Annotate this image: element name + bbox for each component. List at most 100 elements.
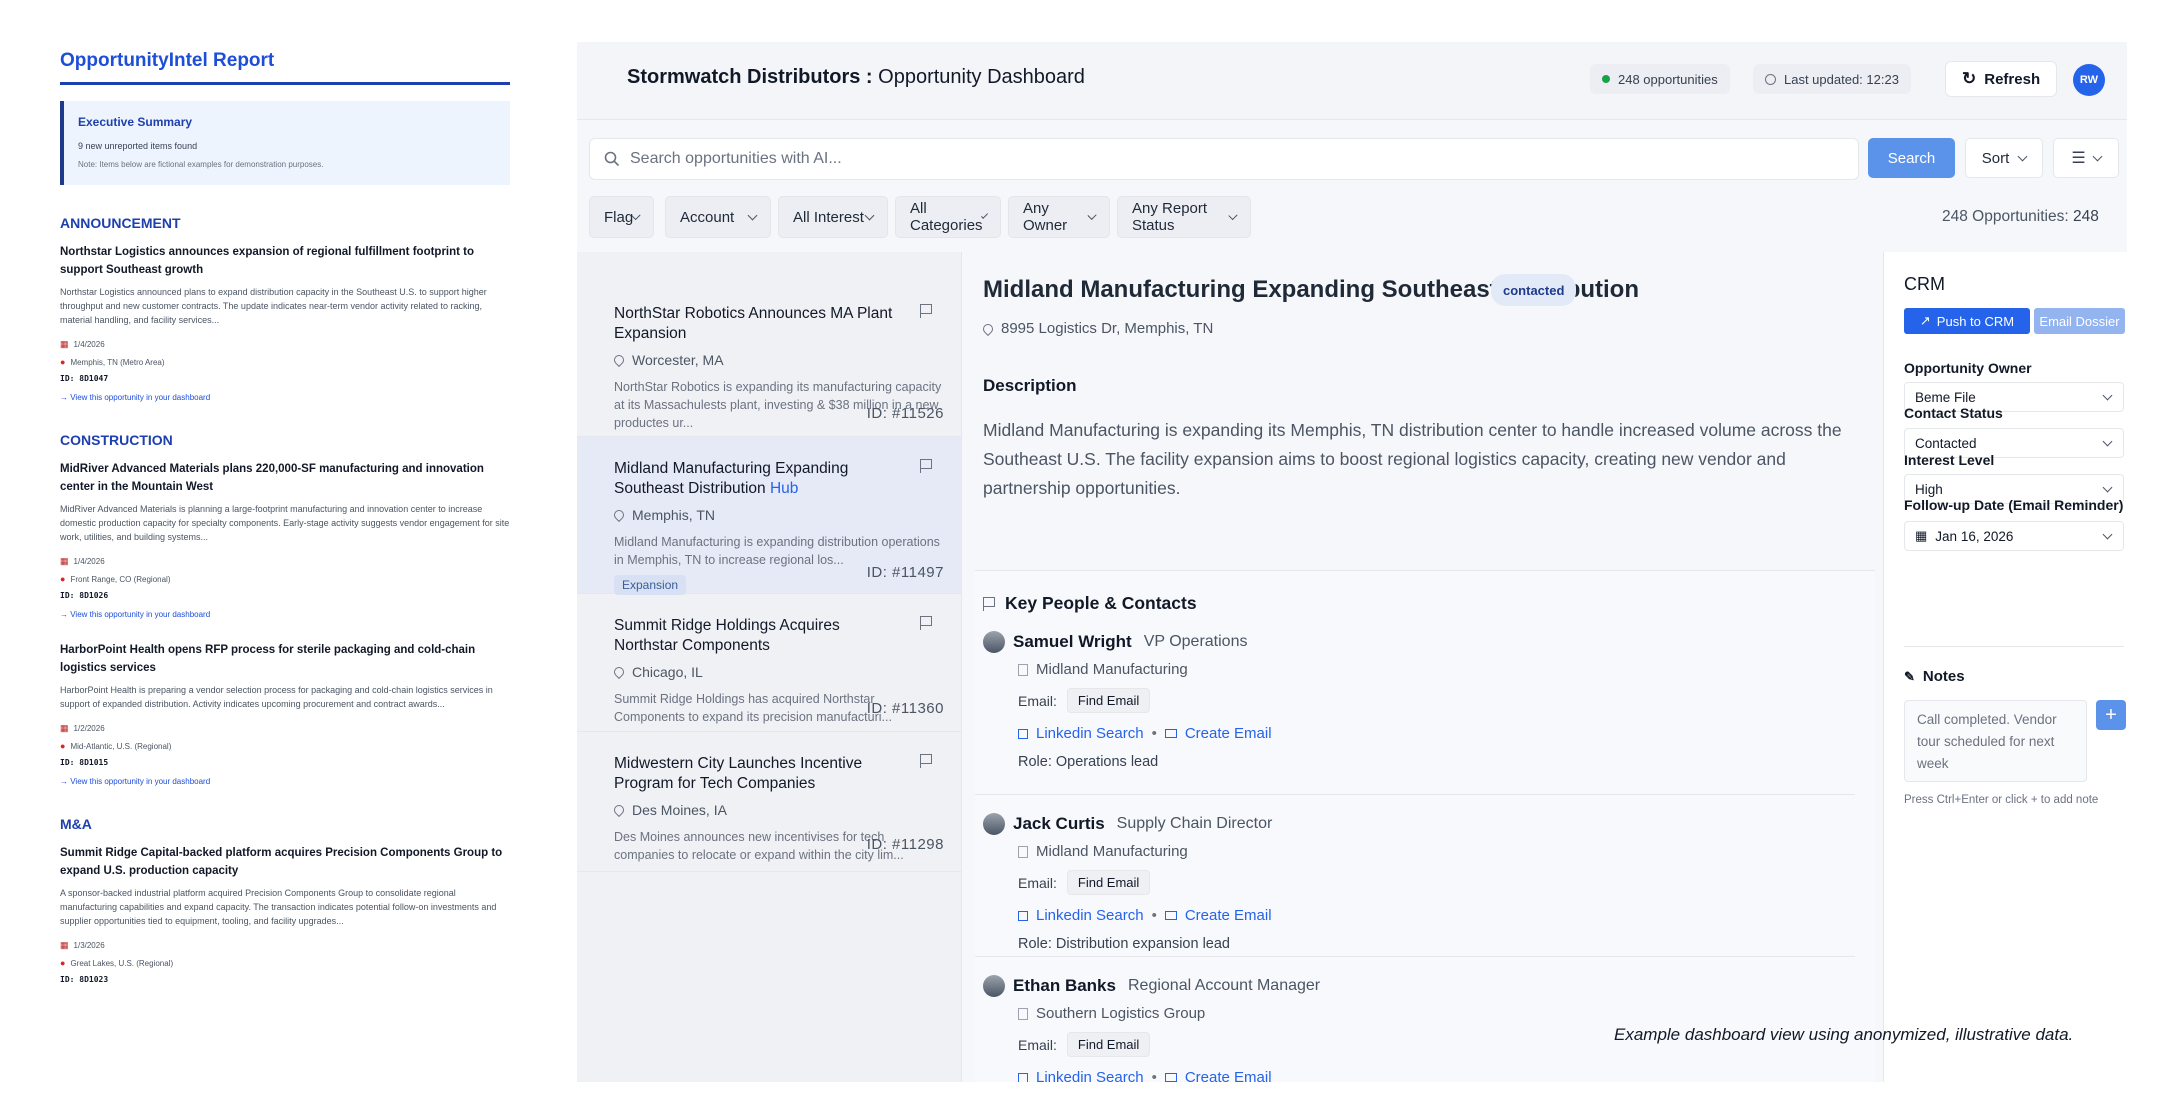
date-text: 1/4/2026 [73, 557, 105, 566]
filter-flag[interactable]: Flag [589, 196, 654, 238]
email-label: Email: [1018, 692, 1057, 709]
report-item-location: ● Great Lakes, U.S. (Regional) [60, 958, 510, 968]
edit-icon: ✎ [1904, 668, 1915, 684]
list-item-selected[interactable]: Midland Manufacturing Expanding Southeas… [577, 437, 961, 595]
filter-account[interactable]: Account [665, 196, 771, 238]
linkedin-search-link[interactable]: Linkedin Search [1036, 725, 1144, 742]
chevron-down-icon [747, 210, 758, 220]
contact-role: Role: Operations lead [1018, 754, 1159, 770]
app-title: Stormwatch Distributors : Opportunity Da… [627, 66, 1085, 89]
list-item[interactable]: Midwestern City Launches Incentive Progr… [577, 732, 961, 872]
create-email-link[interactable]: Create Email [1185, 907, 1272, 924]
report-section-announcement: ANNOUNCEMENT Northstar Logistics announc… [60, 215, 510, 402]
list-item-title: Summit Ridge Holdings Acquires Northstar… [614, 617, 840, 654]
date-text: 1/3/2026 [73, 941, 105, 950]
section-heading: M&A [60, 816, 92, 832]
detail-address: 8995 Logistics Dr, Memphis, TN [980, 320, 1214, 337]
date-text: 1/2/2026 [73, 724, 105, 733]
flag-icon[interactable] [920, 754, 932, 768]
view-in-dashboard-link[interactable]: → View this opportunity in your dashboar… [60, 610, 510, 619]
contact-links: Linkedin Search • Create Email [1018, 1069, 1863, 1082]
filter-report-status[interactable]: Any Report Status [1117, 196, 1251, 238]
flag-icon[interactable] [920, 304, 932, 318]
chevron-down-icon [2102, 436, 2113, 446]
building-icon [1018, 663, 1028, 676]
top-bar: Stormwatch Distributors : Opportunity Da… [577, 42, 2127, 120]
section-heading: ANNOUNCEMENT [60, 215, 181, 231]
report-item-date: ▦ 1/4/2026 [60, 556, 510, 567]
owner-label: Opportunity Owner [1904, 360, 2032, 376]
contact-status-label: Contact Status [1904, 405, 2003, 421]
exec-title: Executive Summary [78, 115, 193, 129]
refresh-icon: ↻ [1962, 69, 1977, 88]
list-item[interactable]: Summit Ridge Holdings Acquires Northstar… [577, 594, 961, 732]
external-link-icon [1018, 910, 1028, 921]
report-item: Northstar Logistics announces expansion … [60, 243, 510, 402]
report-item-date: ▦ 1/4/2026 [60, 339, 510, 350]
linkedin-search-link[interactable]: Linkedin Search [1036, 907, 1144, 924]
create-email-link[interactable]: Create Email [1185, 725, 1272, 742]
followup-value: Jan 16, 2026 [1935, 528, 2014, 544]
list-item[interactable]: NorthStar Robotics Announces MA Plant Ex… [577, 282, 961, 437]
email-label: Email: [1018, 1036, 1057, 1053]
filter-label: Any Owner [1023, 200, 1068, 234]
view-in-dashboard-link[interactable]: → View this opportunity in your dashboar… [60, 777, 510, 786]
exec-line: 9 new unreported items found [78, 141, 198, 151]
view-in-dashboard-link[interactable]: → View this opportunity in your dashboar… [60, 393, 510, 402]
list-item-title: Midland Manufacturing Expanding Southeas… [614, 459, 894, 499]
add-note-button[interactable]: + [2096, 700, 2126, 730]
chevron-down-icon [2102, 482, 2113, 492]
find-email-button[interactable]: Find Email [1066, 870, 1151, 895]
linkedin-search-link[interactable]: Linkedin Search [1036, 1069, 1144, 1082]
followup-date-picker[interactable]: ▦ Jan 16, 2026 [1904, 521, 2124, 551]
list-item-title: Midwestern City Launches Incentive Progr… [614, 755, 863, 792]
filter-owner[interactable]: Any Owner [1008, 196, 1110, 238]
find-email-button[interactable]: Find Email [1066, 688, 1151, 713]
report-item-id: ID: 8D1023 [60, 975, 109, 984]
report-item-body: MidRiver Advanced Materials is planning … [60, 504, 510, 542]
refresh-label: Refresh [1984, 70, 2041, 88]
mail-icon [1164, 911, 1177, 920]
flag-icon[interactable] [920, 616, 932, 630]
filter-categories[interactable]: All Categories [895, 196, 1001, 238]
find-email-button[interactable]: Find Email [1066, 1032, 1151, 1057]
view-menu-button[interactable]: ☰ [2053, 138, 2119, 178]
location-text: Chicago, IL [632, 664, 703, 680]
contact-card: Samuel Wright VP Operations Midland Manuf… [983, 631, 1863, 770]
external-link-icon [1018, 1072, 1028, 1082]
create-email-link[interactable]: Create Email [1185, 1069, 1272, 1082]
pin-icon: ● [60, 357, 66, 367]
search-button[interactable]: Search [1868, 138, 1955, 178]
opportunities-badge-text: 248 opportunities [1618, 71, 1718, 87]
report-item-id: ID: 8D1047 [60, 374, 109, 383]
company-text: Midland Manufacturing [1036, 661, 1188, 678]
flag-icon[interactable] [920, 459, 932, 473]
push-to-crm-button[interactable]: ↗ Push to CRM [1904, 308, 2030, 334]
note-textarea[interactable]: Call completed. Vendor tour scheduled fo… [1904, 700, 2087, 782]
report-item: Summit Ridge Capital-backed platform acq… [60, 844, 510, 984]
interest-value: High [1915, 481, 1943, 497]
search-row: Search Sort ☰ [589, 138, 2119, 182]
email-dossier-button[interactable]: Email Dossier [2034, 308, 2125, 334]
report-item-body: Northstar Logistics announced plans to e… [60, 287, 487, 325]
contact-links: Linkedin Search • Create Email [1018, 907, 1863, 924]
refresh-button[interactable]: ↻ Refresh [1945, 61, 2058, 97]
user-avatar[interactable]: RW [2073, 64, 2105, 96]
location-text: Mid-Atlantic, U.S. (Regional) [70, 741, 172, 751]
address-text: 8995 Logistics Dr, Memphis, TN [1001, 320, 1214, 337]
opportunity-detail: Midland Manufacturing Expanding Southeas… [963, 252, 1883, 1082]
contact-card: Jack Curtis Supply Chain Director Midland… [983, 813, 1863, 952]
filter-interest[interactable]: All Interest [778, 196, 888, 238]
filter-label: All Categories [910, 200, 983, 234]
contact-status-value: Contacted [1915, 435, 1977, 451]
crm-panel: CRM ↗ Push to CRM Email Dossier Opportuni… [1883, 252, 2127, 1082]
contact-company: Midland Manufacturing [1018, 843, 1863, 860]
report-item-location: ● Front Range, CO (Regional) [60, 574, 510, 584]
mail-icon [1164, 1073, 1177, 1082]
page-name: Opportunity Dashboard [878, 66, 1085, 88]
report-panel: OpportunityIntel Report Executive Summar… [60, 50, 510, 1090]
list-item-title: NorthStar Robotics Announces MA Plant Ex… [614, 305, 893, 342]
search-input[interactable] [630, 150, 1830, 168]
separator: • [1151, 1069, 1157, 1082]
sort-button[interactable]: Sort [1965, 138, 2043, 178]
